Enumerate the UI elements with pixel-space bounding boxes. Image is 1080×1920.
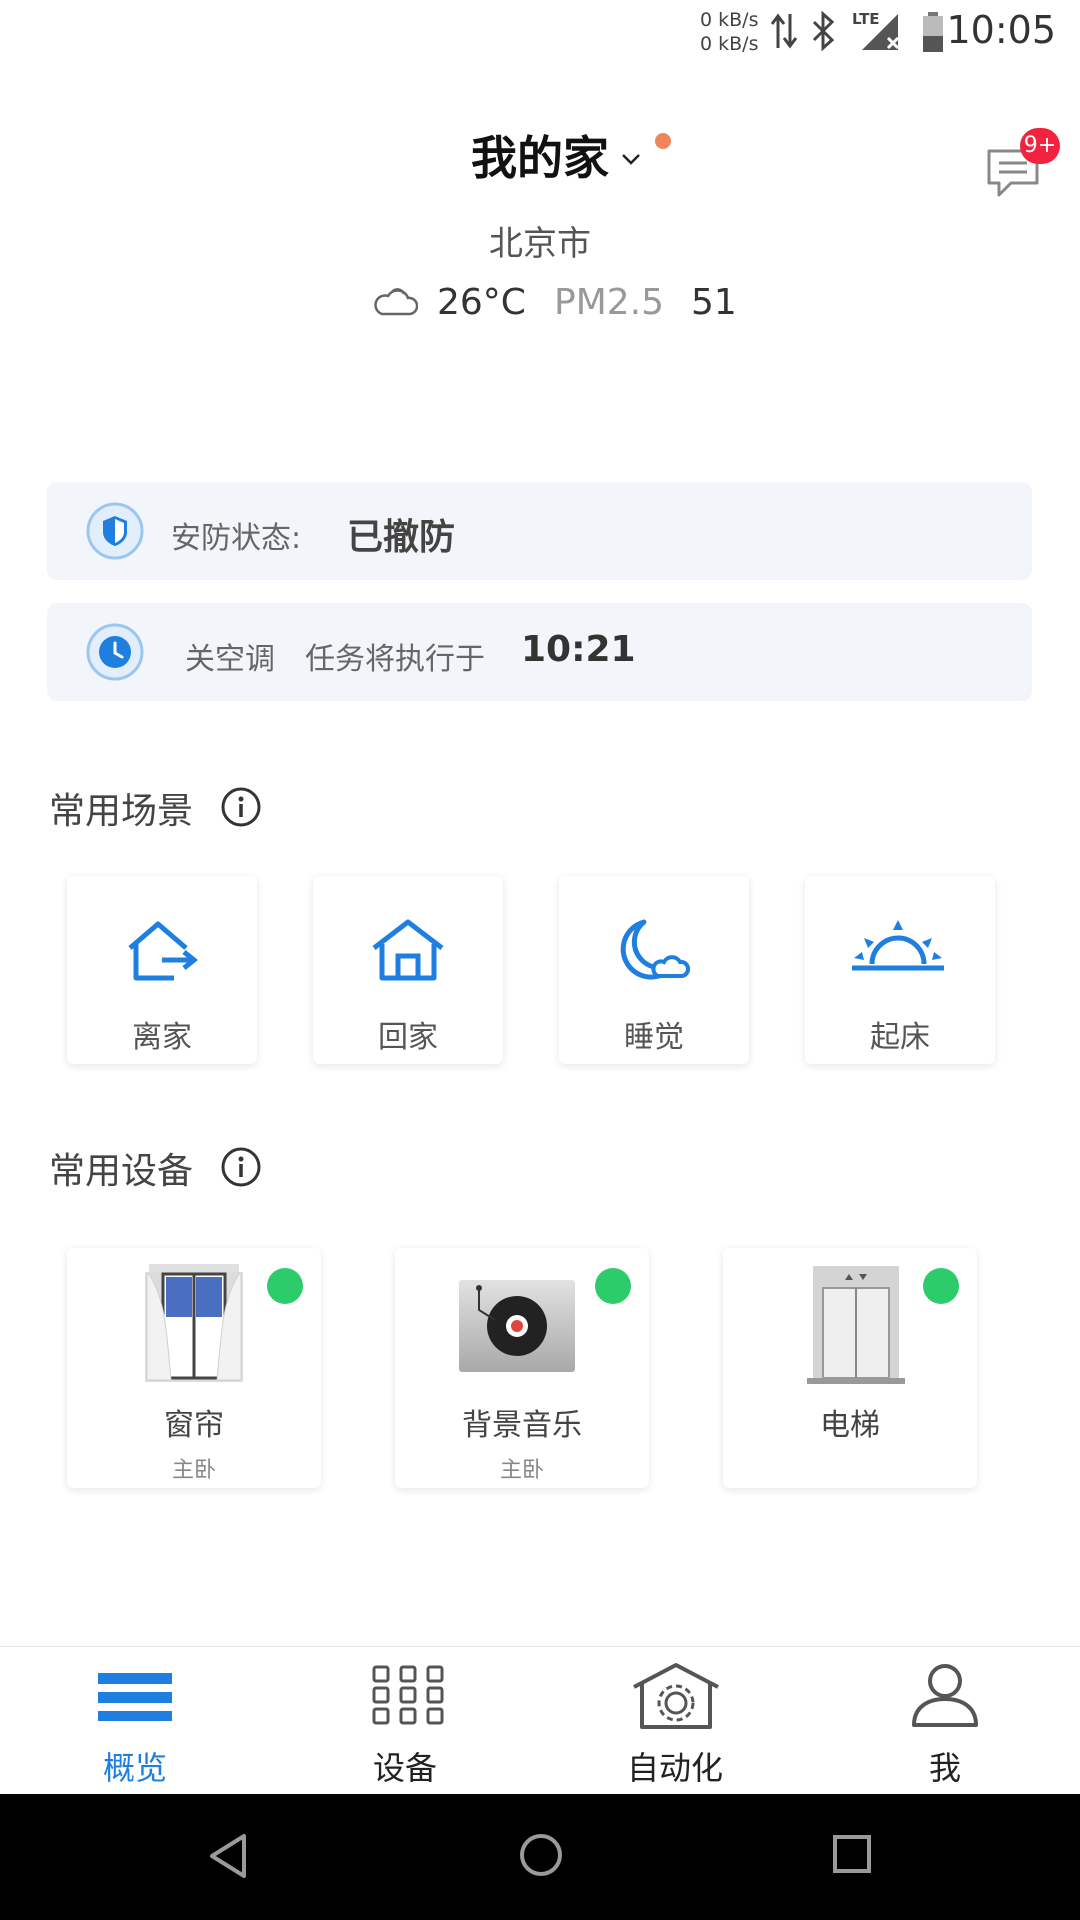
clock-icon (86, 623, 144, 681)
curtain-icon (145, 1264, 243, 1382)
shield-icon (86, 502, 144, 560)
notification-dot (655, 133, 671, 149)
tab-overview[interactable]: 概览 (0, 1647, 270, 1795)
tab-label: 自动化 (626, 1749, 723, 1787)
home-button-icon[interactable] (518, 1832, 564, 1878)
device-background-music[interactable]: 背景音乐 主卧 (395, 1248, 649, 1488)
scene-wake-up[interactable]: 起床 (805, 876, 995, 1064)
status-bar: 0 kB/s 0 kB/s LTE 10:05 (0, 0, 1080, 64)
sunrise-icon (852, 920, 944, 971)
pm-value: 51 (691, 282, 737, 323)
info-icon[interactable] (220, 786, 262, 828)
signal-icon (862, 14, 900, 50)
scene-home[interactable]: 回家 (313, 876, 503, 1064)
bluetooth-icon (812, 10, 835, 52)
tab-label: 设备 (372, 1749, 437, 1787)
tab-label: 概览 (102, 1749, 167, 1787)
moon-cloud-icon (620, 919, 691, 980)
task-text: 任务将执行于 (305, 642, 485, 677)
device-curtain[interactable]: 窗帘 主卧 (67, 1248, 321, 1488)
upload-speed: 0 kB/s (700, 9, 759, 31)
security-card[interactable]: 安防状态: 已撤防 (47, 482, 1032, 580)
scenes-title: 常用场景 (49, 791, 194, 832)
recents-icon[interactable] (832, 1832, 872, 1876)
record-player-icon (459, 1280, 575, 1372)
leave-home-icon (128, 921, 199, 981)
device-room: 主卧 (171, 1458, 216, 1483)
system-nav-bar (0, 1794, 1080, 1920)
network-speed: 0 kB/s 0 kB/s (700, 8, 758, 56)
device-name: 电梯 (820, 1408, 880, 1443)
download-speed: 0 kB/s (700, 33, 759, 55)
online-status-dot (923, 1268, 959, 1304)
home-icon (372, 919, 444, 981)
device-name: 背景音乐 (462, 1408, 582, 1443)
elevator-icon (807, 1266, 905, 1384)
scene-label: 回家 (378, 1020, 438, 1055)
online-status-dot (267, 1268, 303, 1304)
cloud-sun-icon (374, 288, 418, 316)
tab-me[interactable]: 我 (810, 1647, 1080, 1795)
info-icon[interactable] (220, 1146, 262, 1188)
smart-home-icon (633, 1663, 719, 1729)
scene-label: 离家 (132, 1020, 192, 1055)
home-selector[interactable]: 我的家 (0, 122, 1080, 188)
battery-icon (923, 12, 943, 52)
user-icon (912, 1664, 978, 1727)
tab-automation[interactable]: 自动化 (540, 1647, 810, 1795)
task-card[interactable]: 关空调 任务将执行于 10:21 (47, 603, 1032, 701)
tab-label: 我 (928, 1749, 961, 1787)
chevron-down-icon[interactable] (621, 152, 641, 166)
device-name: 窗帘 (164, 1408, 224, 1443)
bottom-nav: 概览 设备 自动化 我 (0, 1646, 1080, 1795)
weather-row: 26°C PM2.5 51 (0, 280, 1080, 330)
scene-label: 睡觉 (624, 1020, 684, 1055)
online-status-dot (595, 1268, 631, 1304)
scene-sleep[interactable]: 睡觉 (559, 876, 749, 1064)
task-time: 10:21 (521, 629, 636, 670)
menu-icon (98, 1673, 172, 1721)
grid-icon (372, 1665, 444, 1725)
device-elevator[interactable]: 电梯 (723, 1248, 977, 1488)
devices-title: 常用设备 (49, 1151, 194, 1192)
clock: 10:05 (946, 8, 1056, 52)
security-label: 安防状态: (171, 521, 302, 556)
temperature: 26°C (437, 282, 526, 323)
tab-devices[interactable]: 设备 (270, 1647, 540, 1795)
home-title[interactable]: 我的家 (471, 131, 609, 185)
city-label: 北京市 (489, 224, 591, 264)
security-status: 已撤防 (347, 517, 456, 558)
message-badge: 9+ (1020, 128, 1060, 164)
data-transfer-icon (770, 13, 798, 49)
back-icon[interactable] (206, 1832, 250, 1880)
task-name: 关空调 (185, 642, 275, 677)
pm-label: PM2.5 (554, 282, 665, 323)
scene-label: 起床 (870, 1020, 930, 1055)
device-room: 主卧 (499, 1458, 544, 1483)
scene-leave-home[interactable]: 离家 (67, 876, 257, 1064)
